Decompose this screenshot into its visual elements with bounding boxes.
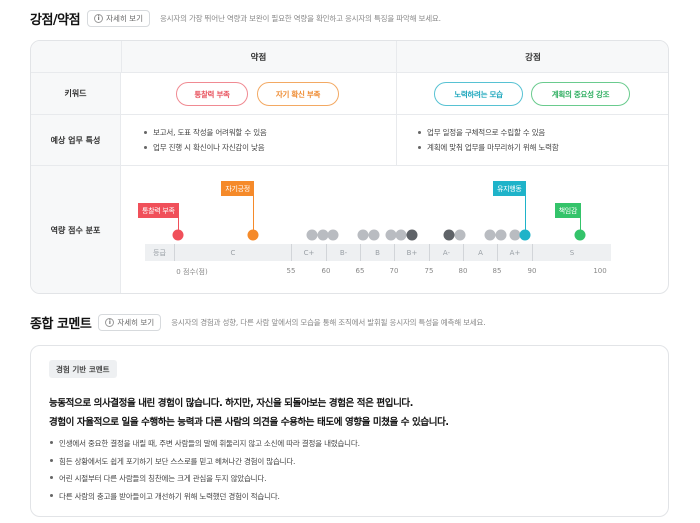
comprehensive-header: 종합 코멘트 i 자세히 보기 응시자의 경험과 성향, 다른 사람 앞에서의 … bbox=[30, 313, 486, 332]
row-label-distribution: 역량 점수 분포 bbox=[31, 166, 121, 293]
list-item: 어린 시절부터 다른 사람들의 칭찬에는 크게 관심을 두지 않았습니다. bbox=[49, 470, 360, 488]
weak-keyword-pill: 자기 확신 부족 bbox=[257, 82, 339, 106]
detail-button-label: 자세히 보기 bbox=[117, 318, 155, 327]
strengths-weaknesses-header: 강점/약점 i 자세히 보기 응시자의 가장 뛰어난 역량과 보완이 필요한 역… bbox=[30, 9, 441, 28]
list-item: 다른 사람의 충고를 받아들이고 개선하기 위해 노력했던 경험이 적습니다. bbox=[49, 488, 360, 506]
list-item: 인생에서 중요한 결정을 내릴 때, 주변 사람들의 말에 휘둘리지 않고 소신… bbox=[49, 435, 360, 453]
section-title: 종합 코멘트 bbox=[30, 317, 92, 332]
strengths-weaknesses-table: 약점 강점 키워드 통찰력 부족 자기 확신 부족 노력하려는 모습 계획의 중… bbox=[30, 40, 669, 294]
strong-task-list: 업무 일정을 구체적으로 수립할 수 있음 계획에 맞춰 업무를 마무리하기 위… bbox=[417, 125, 559, 155]
keywords-row: 키워드 통찰력 부족 자기 확신 부족 노력하려는 모습 계획의 중요성 강조 bbox=[31, 72, 668, 114]
list-item: 보고서, 도표 작성을 어려워할 수 있음 bbox=[143, 125, 267, 140]
info-icon: i bbox=[105, 318, 115, 327]
row-label-tasks: 예상 업무 특성 bbox=[31, 115, 121, 165]
detail-button-label: 자세히 보기 bbox=[106, 14, 143, 23]
section-description: 응시자의 경험과 성향, 다른 사람 앞에서의 모습을 통해 조직에서 발휘될 … bbox=[171, 318, 486, 327]
distribution-row: 역량 점수 분포 bbox=[31, 165, 668, 293]
list-item: 업무 진행 시 확신이나 자신감이 낮음 bbox=[143, 140, 267, 155]
column-strong: 강점 bbox=[396, 41, 668, 72]
weak-task-list: 보고서, 도표 작성을 어려워할 수 있음 업무 진행 시 확신이나 자신감이 … bbox=[143, 125, 267, 155]
strong-keyword-pill: 노력하려는 모습 bbox=[434, 82, 523, 106]
detail-button[interactable]: i 자세히 보기 bbox=[98, 314, 162, 331]
list-item: 계획에 맞춰 업무를 마무리하기 위해 노력함 bbox=[417, 140, 559, 155]
strong-keyword-pill: 계획의 중요성 강조 bbox=[531, 82, 630, 106]
comment-headline: 경험이 자율적으로 일을 수행하는 능력과 다른 사람의 의견을 수용하는 태도… bbox=[49, 417, 449, 428]
section-description: 응시자의 가장 뛰어난 역량과 보완이 필요한 역량을 확인하고 응시자의 특징… bbox=[159, 14, 441, 23]
comment-list: 인생에서 중요한 결정을 내릴 때, 주변 사람들의 말에 휘둘리지 않고 소신… bbox=[49, 435, 360, 505]
info-icon: i bbox=[94, 14, 104, 23]
tasks-row: 예상 업무 특성 보고서, 도표 작성을 어려워할 수 있음 업무 진행 시 확… bbox=[31, 114, 668, 165]
section-title: 강점/약점 bbox=[30, 13, 81, 28]
comment-headline: 능동적으로 의사결정을 내린 경험이 많습니다. 하지만, 자신을 되돌아보는 … bbox=[49, 398, 413, 409]
list-item: 힘든 상황에서도 쉽게 포기하기 보단 스스로를 믿고 헤쳐나간 경험이 많습니… bbox=[49, 453, 360, 471]
weak-keyword-pill: 통찰력 부족 bbox=[176, 82, 248, 106]
comment-badge: 경험 기반 코멘트 bbox=[49, 360, 117, 378]
comment-card: 경험 기반 코멘트 능동적으로 의사결정을 내린 경험이 많습니다. 하지만, … bbox=[30, 345, 669, 517]
list-item: 업무 일정을 구체적으로 수립할 수 있음 bbox=[417, 125, 559, 140]
detail-button[interactable]: i 자세히 보기 bbox=[87, 10, 150, 27]
divider bbox=[121, 41, 122, 72]
header-corner bbox=[31, 41, 121, 72]
column-weak: 약점 bbox=[121, 41, 396, 72]
row-label-keywords: 키워드 bbox=[31, 73, 121, 114]
